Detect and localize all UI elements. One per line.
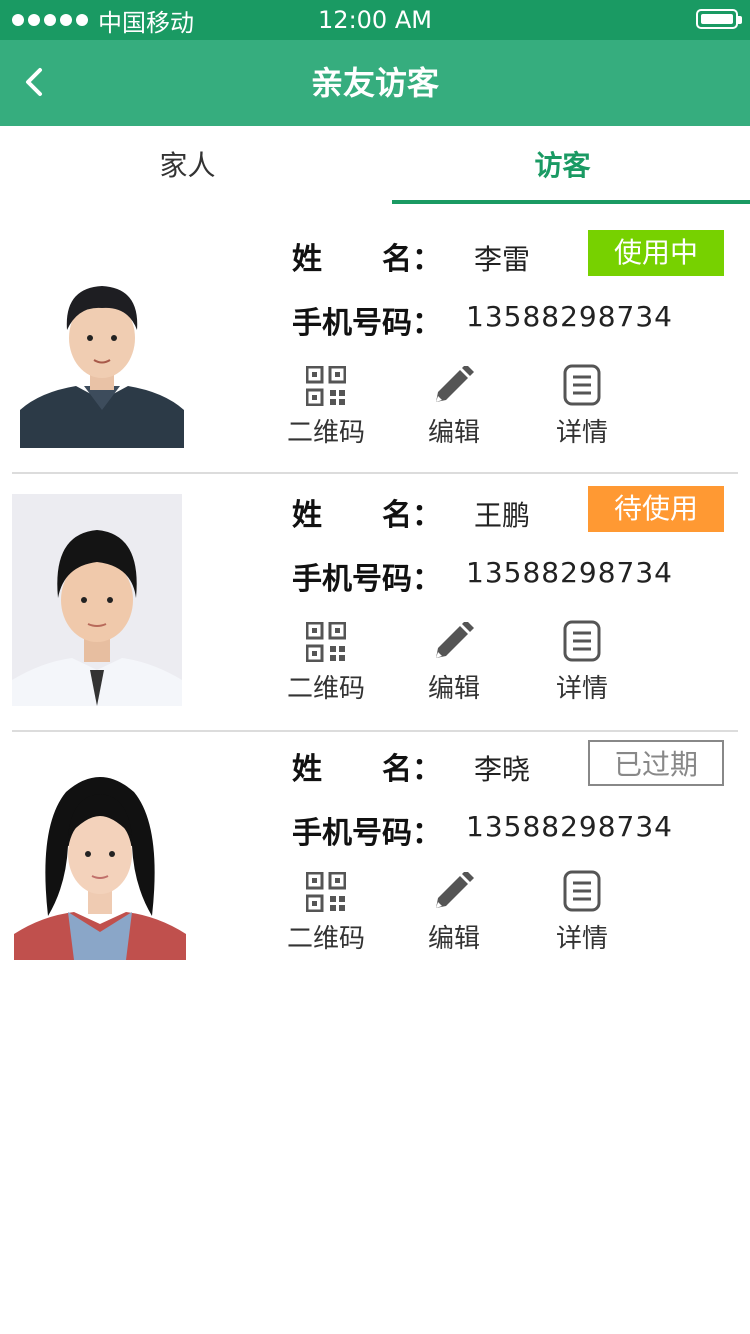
visitor-name: 王鹏 — [474, 499, 531, 532]
edit-button[interactable]: 编辑 — [404, 622, 504, 705]
visitor-phone: 13588298734 — [466, 556, 673, 589]
clock: 12:00 AM — [318, 6, 432, 34]
status-badge: 使用中 — [588, 230, 724, 276]
visitor-photo — [20, 260, 184, 448]
battery-icon — [696, 9, 742, 29]
name-label: 姓 名： — [292, 242, 442, 277]
tab-bar: 家人 访客 — [0, 126, 750, 206]
tab-visitors[interactable]: 访客 — [375, 126, 750, 206]
tab-family[interactable]: 家人 — [0, 126, 375, 206]
qr-code-button[interactable]: 二维码 — [276, 366, 376, 449]
page-title: 亲友访客 — [310, 64, 439, 102]
nav-bar: 亲友访客 — [0, 40, 750, 126]
document-icon — [563, 870, 601, 912]
document-icon — [563, 364, 601, 406]
status-bar: 中国移动 12:00 AM — [0, 0, 750, 40]
qr-code-label: 二维码 — [286, 418, 365, 448]
visitor-phone: 13588298734 — [466, 300, 673, 333]
details-label: 详情 — [555, 418, 608, 448]
visitor-card: 姓 名： 李晓 已过期 手机号码： 13588298734 二维码 编辑 详情 — [0, 726, 750, 982]
status-badge: 待使用 — [588, 486, 724, 532]
visitor-card: 姓 名： 王鹏 待使用 手机号码： 13588298734 二维码 编辑 详情 — [0, 472, 750, 728]
phone-label: 手机号码： — [292, 306, 442, 341]
qr-code-label: 二维码 — [286, 674, 365, 704]
visitor-photo — [14, 766, 186, 960]
qr-code-button[interactable]: 二维码 — [276, 622, 376, 705]
visitor-card: 姓 名： 李雷 使用中 手机号码： 13588298734 二维码 编辑 详情 — [0, 216, 750, 472]
status-badge: 已过期 — [588, 740, 724, 786]
pencil-icon — [436, 622, 474, 658]
edit-label: 编辑 — [427, 924, 480, 954]
details-label: 详情 — [555, 674, 608, 704]
pencil-icon — [436, 366, 474, 402]
visitor-phone: 13588298734 — [466, 810, 673, 843]
qr-code-icon — [306, 872, 346, 912]
document-icon — [563, 620, 601, 662]
visitor-name: 李晓 — [474, 753, 531, 786]
active-tab-indicator — [392, 200, 750, 204]
details-button[interactable]: 详情 — [532, 620, 632, 705]
edit-button[interactable]: 编辑 — [404, 872, 504, 955]
details-button[interactable]: 详情 — [532, 870, 632, 955]
visitor-name: 李雷 — [474, 243, 531, 276]
qr-code-icon — [306, 366, 346, 406]
visitor-photo — [12, 494, 182, 706]
details-button[interactable]: 详情 — [532, 364, 632, 449]
edit-button[interactable]: 编辑 — [404, 366, 504, 449]
name-label: 姓 名： — [292, 498, 442, 533]
edit-label: 编辑 — [427, 418, 480, 448]
edit-label: 编辑 — [427, 674, 480, 704]
phone-label: 手机号码： — [292, 816, 442, 851]
details-label: 详情 — [555, 924, 608, 954]
qr-code-icon — [306, 622, 346, 662]
pencil-icon — [436, 872, 474, 908]
qr-code-label: 二维码 — [286, 924, 365, 954]
name-label: 姓 名： — [292, 752, 442, 787]
qr-code-button[interactable]: 二维码 — [276, 872, 376, 955]
phone-label: 手机号码： — [292, 562, 442, 597]
